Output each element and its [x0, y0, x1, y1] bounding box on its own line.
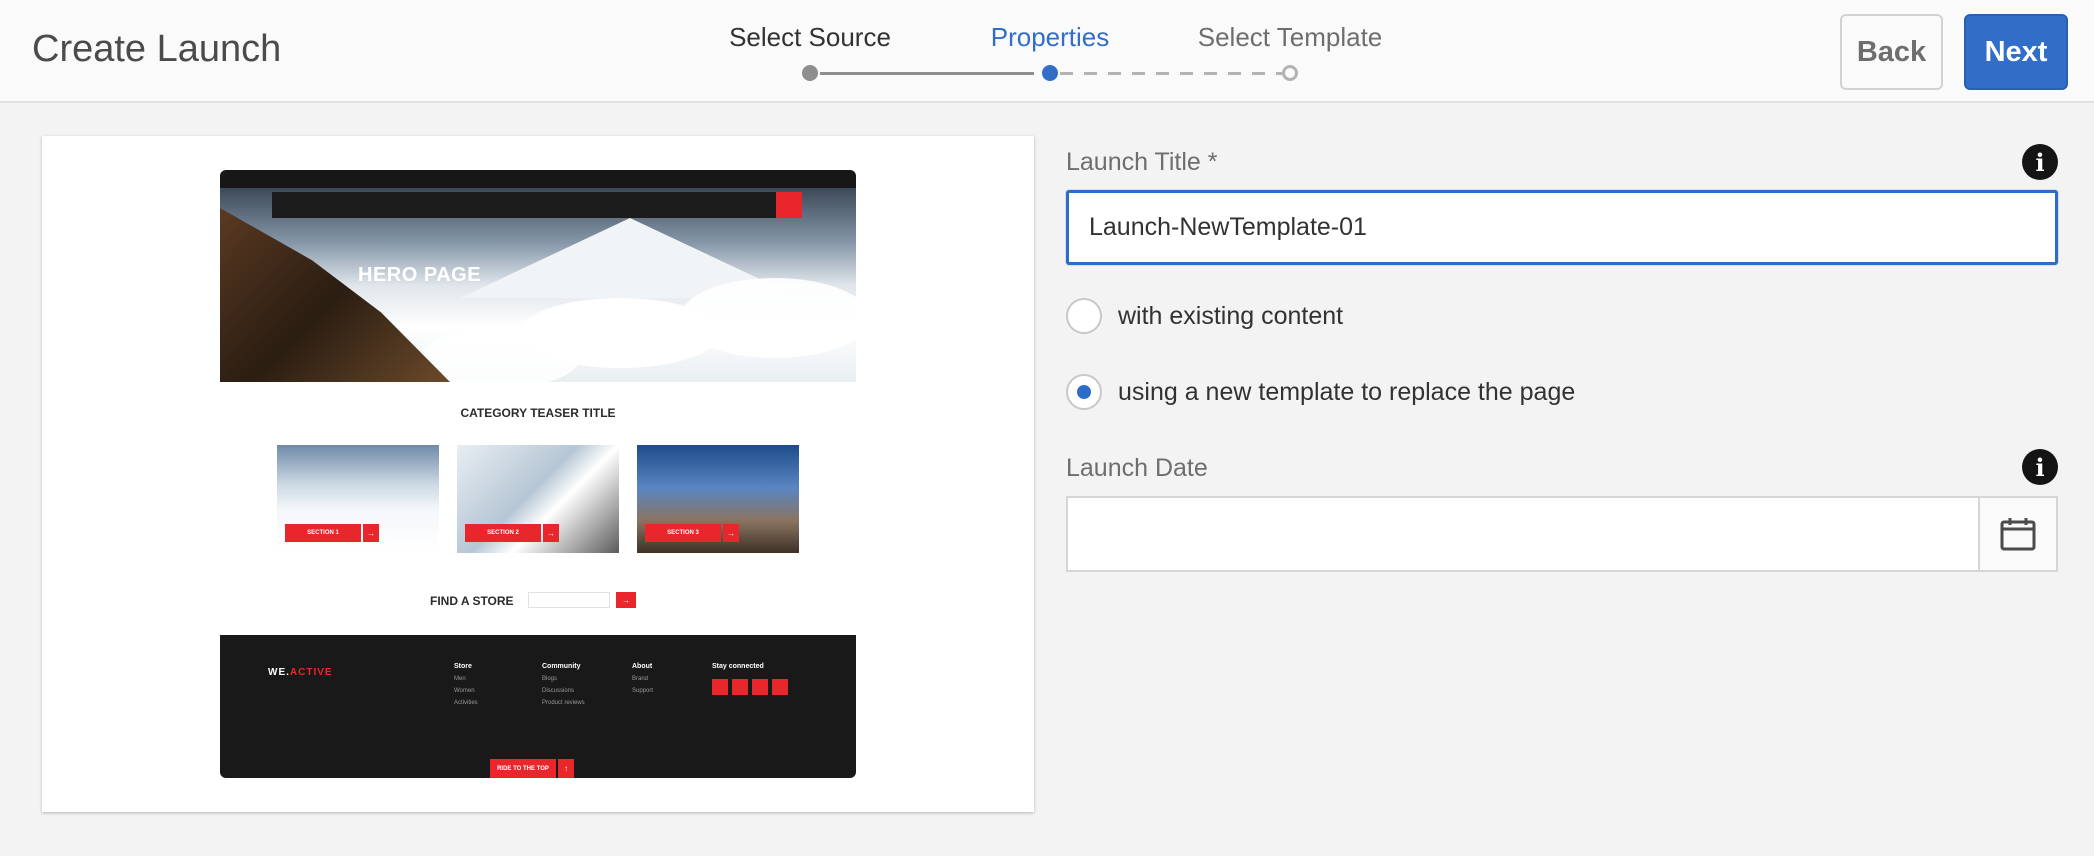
thumb-navbar — [272, 192, 802, 218]
page-thumbnail: HERO PAGE CATEGORY TEASER TITLE SECTION … — [220, 170, 856, 778]
next-button[interactable]: Next — [1964, 14, 2068, 90]
thumb-tile-1: SECTION 1 → — [277, 445, 439, 553]
thumb-arrow-up-icon: ↑ — [558, 759, 574, 778]
launch-title-label: Launch Title * — [1066, 148, 1218, 176]
thumb-tile-3: SECTION 3 → — [637, 445, 799, 553]
thumb-to-top-button: RIDE TO THE TOP — [490, 759, 556, 778]
thumb-hero-title: HERO PAGE — [358, 264, 482, 286]
wizard-dot-select-source — [802, 65, 818, 81]
thumb-find-store-label: FIND A STORE — [430, 594, 514, 608]
thumb-social-icons — [712, 679, 792, 700]
calendar-icon — [2000, 518, 2036, 551]
wizard-dot-properties — [1042, 65, 1058, 81]
radio-new-template[interactable] — [1066, 374, 1102, 410]
thumb-footer: WE.ACTIVE Store Men Women Activities Com… — [220, 635, 856, 778]
thumb-arrow-icon: → — [616, 592, 636, 608]
thumb-brand-logo: WE.ACTIVE — [268, 667, 333, 678]
back-button[interactable]: Back — [1840, 14, 1943, 90]
app-header: Create Launch Select Source Properties S… — [0, 0, 2094, 103]
thumb-footer-column: Stay connected — [712, 663, 764, 670]
launch-date-input[interactable] — [1068, 498, 1978, 570]
thumb-section-button: SECTION 1 — [285, 524, 361, 542]
thumb-arrow-icon: → — [363, 524, 379, 542]
info-icon[interactable]: i — [2022, 144, 2058, 180]
thumb-category-title: CATEGORY TEASER TITLE — [460, 406, 616, 420]
wizard-dot-select-template — [1282, 65, 1298, 81]
wizard-progress-line — [820, 72, 1034, 75]
launch-date-label: Launch Date — [1066, 454, 1208, 482]
thumb-topbar — [220, 170, 856, 188]
info-icon[interactable]: i — [2022, 449, 2058, 485]
radio-existing-content[interactable] — [1066, 298, 1102, 334]
option-existing-content-label: with existing content — [1118, 301, 1344, 330]
calendar-button[interactable] — [1978, 498, 2056, 570]
thumb-search-icon — [776, 192, 802, 218]
thumb-arrow-icon: → — [723, 524, 739, 542]
thumb-section-button: SECTION 3 — [645, 524, 721, 542]
thumb-footer-column: Community Blogs Discussions Product revi… — [542, 663, 585, 706]
thumb-hero-image: HERO PAGE — [220, 188, 856, 382]
wizard-step-properties[interactable]: Properties — [991, 22, 1110, 53]
option-new-template[interactable]: using a new template to replace the page — [1066, 373, 1575, 411]
thumb-footer-column: About Brand Support — [632, 663, 654, 694]
launch-title-input[interactable] — [1066, 190, 2058, 265]
thumb-arrow-icon: → — [543, 524, 559, 542]
thumb-tile-2: SECTION 2 → — [457, 445, 619, 553]
wizard-remaining-line — [1060, 72, 1282, 75]
wizard-step-select-source[interactable]: Select Source — [729, 22, 891, 53]
option-existing-content[interactable]: with existing content — [1066, 297, 1343, 335]
wizard-steps: Select Source Properties Select Template — [0, 0, 2094, 103]
thumb-footer-column: Store Men Women Activities — [454, 663, 478, 706]
option-new-template-label: using a new template to replace the page — [1118, 377, 1576, 406]
thumb-section-button: SECTION 2 — [465, 524, 541, 542]
launch-date-field — [1066, 496, 2058, 572]
thumb-find-store: FIND A STORE → — [220, 590, 856, 610]
wizard-step-select-template[interactable]: Select Template — [1198, 22, 1383, 53]
thumb-store-input — [528, 592, 610, 608]
